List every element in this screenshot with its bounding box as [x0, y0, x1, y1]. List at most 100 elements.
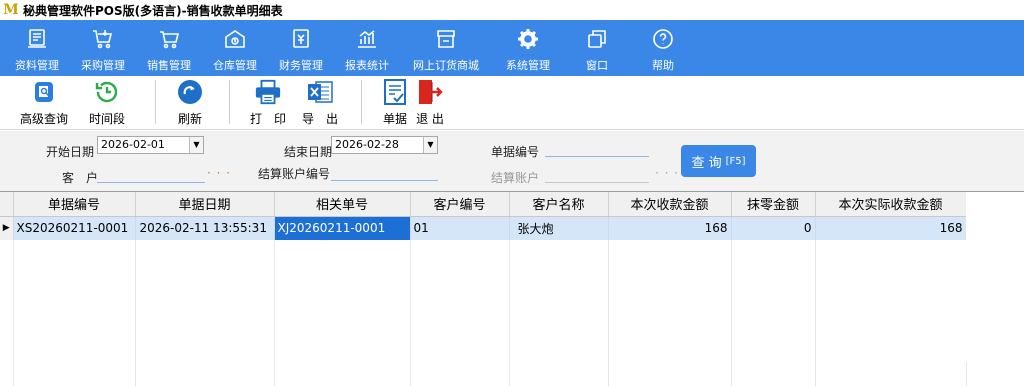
- checklist-icon: [381, 78, 409, 106]
- menu-label: 销售管理: [147, 59, 191, 72]
- menu-label: 帮助: [652, 59, 674, 72]
- menu-warehouse[interactable]: 仓库管理: [202, 20, 268, 76]
- exit-button[interactable]: 退 出: [416, 78, 444, 127]
- menu-label: 系统管理: [506, 59, 550, 72]
- empty-row-area: [0, 240, 967, 386]
- window-title: 秘典管理软件POS版(多语言)-销售收款单明细表: [23, 3, 283, 18]
- menu-window[interactable]: 窗口: [564, 20, 630, 76]
- menu-label: 资料管理: [15, 59, 59, 72]
- cell-amount[interactable]: 168: [608, 216, 732, 240]
- query-label: 查 询: [691, 155, 722, 171]
- refresh-label: 刷新: [177, 112, 202, 126]
- chart-icon: [358, 30, 376, 48]
- menu-finance[interactable]: 财务管理: [268, 20, 334, 76]
- main-menu-bar: 资料管理 采购管理 销售管理 仓库管理 财务管理 报表统计 网上订货商城 系统管…: [0, 20, 1024, 76]
- cell-customer-name[interactable]: 张大炮: [509, 216, 609, 240]
- menu-label: 报表统计: [345, 59, 389, 72]
- window-icon: [588, 30, 606, 48]
- row-indicator-header: [0, 192, 14, 217]
- start-date-label: 开始日期: [46, 145, 95, 159]
- toolbar-separator: [155, 80, 156, 124]
- toolbar-separator: [361, 80, 362, 124]
- app-logo-icon: M: [3, 2, 19, 18]
- data-grid: 单据编号 单据日期 相关单号 客户编号 客户名称 本次收款金额 抹零金额 本次实…: [0, 191, 1024, 386]
- menu-sales[interactable]: 销售管理: [136, 20, 202, 76]
- column-header[interactable]: 客户名称: [509, 192, 609, 217]
- menu-data-management[interactable]: 资料管理: [4, 20, 70, 76]
- search-document-icon: [30, 78, 58, 106]
- query-shortcut: [F5]: [725, 155, 746, 167]
- account-input[interactable]: [545, 163, 649, 183]
- column-header[interactable]: 单据日期: [135, 192, 275, 217]
- query-button[interactable]: 查 询 [F5]: [681, 145, 756, 177]
- print-label: 打 印: [250, 112, 287, 126]
- column-header[interactable]: 单据编号: [13, 192, 136, 217]
- voucher-label: 单据: [382, 112, 407, 126]
- trolley-icon: [160, 31, 180, 49]
- store-icon: [437, 30, 455, 48]
- menu-online-store[interactable]: 网上订货商城: [400, 20, 492, 76]
- cell-rounding[interactable]: 0: [731, 216, 816, 240]
- document-icon: [28, 29, 46, 48]
- menu-help[interactable]: 帮助: [630, 20, 696, 76]
- menu-label: 网上订货商城: [413, 59, 479, 72]
- toolbar-separator: [229, 80, 230, 124]
- exit-door-icon: [416, 78, 444, 106]
- account-no-input[interactable]: [331, 161, 438, 181]
- empty-cell: [608, 240, 732, 386]
- end-date-picker[interactable]: 2026-02-28 ▼: [331, 136, 438, 154]
- exit-label: 退 出: [416, 112, 444, 126]
- account-no-label: 结算账户编号: [258, 167, 331, 181]
- doc-no-label: 单据编号: [491, 145, 540, 159]
- chevron-down-icon[interactable]: ▼: [423, 137, 437, 153]
- excel-export-icon: [306, 78, 334, 106]
- menu-purchase[interactable]: 采购管理: [70, 20, 136, 76]
- customer-browse-button[interactable]: · · ·: [207, 166, 231, 180]
- export-button[interactable]: 导 出: [302, 78, 338, 127]
- cell-actual-amount[interactable]: 168: [815, 216, 967, 240]
- cell-related-no[interactable]: XJ20260211-0001: [274, 216, 411, 240]
- column-header[interactable]: 客户编号: [410, 192, 510, 217]
- print-button[interactable]: 打 印: [250, 78, 286, 127]
- account-label: 结算账户: [491, 171, 540, 185]
- data-table: 单据编号 单据日期 相关单号 客户编号 客户名称 本次收款金额 抹零金额 本次实…: [0, 192, 967, 386]
- toolbar: 高级查询 时间段 刷新 打 印 导 出 单据 退 出: [0, 76, 1024, 130]
- cell-date[interactable]: 2026-02-11 13:55:31: [135, 216, 275, 240]
- column-header[interactable]: 抹零金额: [731, 192, 816, 217]
- time-period-label: 时间段: [89, 112, 126, 126]
- end-date-label: 结束日期: [284, 145, 333, 159]
- warehouse-icon: [225, 30, 245, 48]
- account-browse-button[interactable]: · · ·: [655, 166, 679, 180]
- refresh-button[interactable]: 刷新: [176, 78, 204, 127]
- chevron-down-icon[interactable]: ▼: [189, 137, 203, 153]
- advanced-query-label: 高级查询: [20, 112, 69, 126]
- grid-empty-area: [966, 192, 1024, 362]
- table-header: 单据编号 单据日期 相关单号 客户编号 客户名称 本次收款金额 抹零金额 本次实…: [0, 192, 967, 217]
- empty-cell: [410, 240, 510, 386]
- menu-reports[interactable]: 报表统计: [334, 20, 400, 76]
- cell-customer-code[interactable]: 01: [410, 216, 510, 240]
- customer-input[interactable]: [97, 163, 205, 183]
- menu-system[interactable]: 系统管理: [492, 20, 564, 76]
- column-header[interactable]: 相关单号: [274, 192, 411, 217]
- cell-doc-no[interactable]: XS20260211-0001: [13, 216, 136, 240]
- start-date-picker[interactable]: 2026-02-01 ▼: [97, 136, 204, 154]
- clock-icon: [93, 78, 121, 106]
- doc-no-input[interactable]: [545, 137, 649, 157]
- table-row[interactable]: ▶ XS20260211-0001 2026-02-11 13:55:31 XJ…: [0, 216, 967, 240]
- row-pointer-icon: ▶: [0, 216, 14, 240]
- empty-cell: [509, 240, 609, 386]
- menu-label: 财务管理: [279, 59, 323, 72]
- finance-icon: [293, 29, 309, 48]
- start-date-value: 2026-02-01: [101, 138, 165, 151]
- filter-panel: 开始日期 2026-02-01 ▼ 结束日期 2026-02-28 ▼ 单据编号…: [0, 131, 1024, 191]
- time-period-button[interactable]: 时间段: [89, 78, 125, 127]
- export-label: 导 出: [302, 112, 339, 126]
- advanced-query-button[interactable]: 高级查询: [20, 78, 68, 127]
- voucher-button[interactable]: 单据: [381, 78, 409, 127]
- column-header[interactable]: 本次收款金额: [608, 192, 732, 217]
- menu-label: 仓库管理: [213, 59, 257, 72]
- empty-cell: [815, 240, 967, 386]
- column-header[interactable]: 本次实际收款金额: [815, 192, 967, 217]
- end-date-value: 2026-02-28: [335, 138, 399, 151]
